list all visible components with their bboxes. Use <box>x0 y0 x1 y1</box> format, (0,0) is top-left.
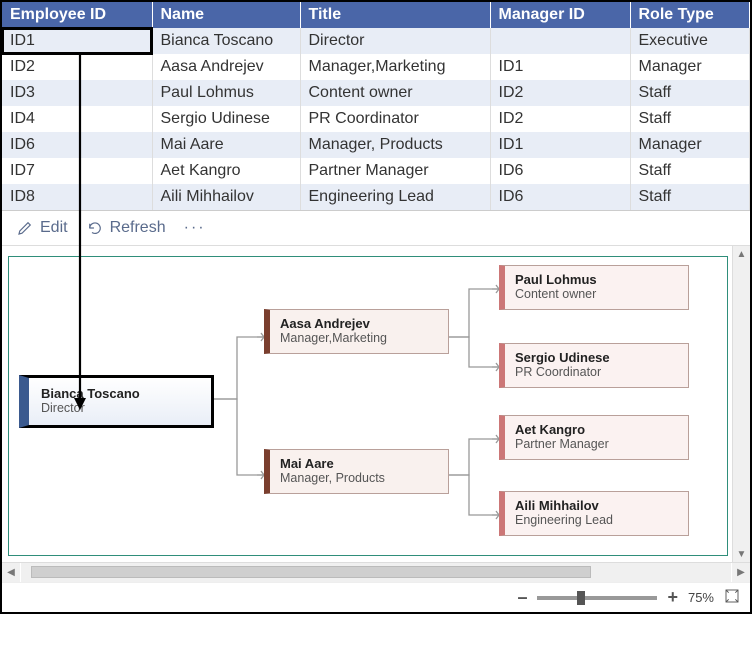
org-canvas[interactable]: Bianca Toscano Director Aasa Andrejev Ma… <box>2 246 732 562</box>
col-name[interactable]: Name <box>152 2 300 28</box>
col-manager-id[interactable]: Manager ID <box>490 2 630 28</box>
table-row[interactable]: ID7Aet KangroPartner ManagerID6Staff <box>2 158 750 184</box>
table-cell[interactable]: Bianca Toscano <box>152 28 300 54</box>
edit-button[interactable]: Edit <box>16 219 68 237</box>
table-cell[interactable]: Staff <box>630 80 750 106</box>
fit-icon <box>724 588 740 604</box>
table-cell[interactable]: Manager, Products <box>300 132 490 158</box>
org-node-staff-2[interactable]: Sergio Udinese PR Coordinator <box>499 343 689 388</box>
table-cell[interactable]: ID8 <box>2 184 152 210</box>
table-row[interactable]: ID4Sergio UdinesePR CoordinatorID2Staff <box>2 106 750 132</box>
table-cell[interactable]: Manager <box>630 132 750 158</box>
org-canvas-inner: Bianca Toscano Director Aasa Andrejev Ma… <box>8 256 728 556</box>
table-region: Employee ID Name Title Manager ID Role T… <box>2 2 750 210</box>
vertical-scrollbar[interactable]: ▲ ▼ <box>732 246 750 562</box>
org-node-staff-3[interactable]: Aet Kangro Partner Manager <box>499 415 689 460</box>
table-cell[interactable]: ID1 <box>490 132 630 158</box>
table-cell[interactable]: ID2 <box>490 80 630 106</box>
table-row[interactable]: ID1Bianca ToscanoDirector Executive <box>2 28 750 54</box>
col-employee-id[interactable]: Employee ID <box>2 2 152 28</box>
node-name: Aasa Andrejev <box>280 316 438 331</box>
table-cell[interactable]: Manager <box>630 54 750 80</box>
node-name: Bianca Toscano <box>41 386 199 401</box>
table-cell[interactable]: ID2 <box>2 54 152 80</box>
table-cell[interactable]: Executive <box>630 28 750 54</box>
table-cell[interactable]: Aili Mihhailov <box>152 184 300 210</box>
table-header-row: Employee ID Name Title Manager ID Role T… <box>2 2 750 28</box>
table-cell[interactable]: Content owner <box>300 80 490 106</box>
table-cell[interactable]: Director <box>300 28 490 54</box>
col-role-type[interactable]: Role Type <box>630 2 750 28</box>
org-node-staff-4[interactable]: Aili Mihhailov Engineering Lead <box>499 491 689 536</box>
table-cell[interactable]: ID4 <box>2 106 152 132</box>
scroll-up-icon[interactable]: ▲ <box>733 246 750 262</box>
more-button[interactable]: ··· <box>184 219 206 237</box>
org-node-root[interactable]: Bianca Toscano Director <box>19 375 214 428</box>
node-title: Partner Manager <box>515 437 678 451</box>
table-cell[interactable]: ID7 <box>2 158 152 184</box>
table-cell[interactable]: Staff <box>630 158 750 184</box>
node-title: Manager,Marketing <box>280 331 438 345</box>
scroll-left-icon[interactable]: ◀ <box>2 563 20 582</box>
refresh-label: Refresh <box>110 219 166 237</box>
node-name: Paul Lohmus <box>515 272 678 287</box>
node-name: Sergio Udinese <box>515 350 678 365</box>
table-cell[interactable]: Aet Kangro <box>152 158 300 184</box>
node-title: Engineering Lead <box>515 513 678 527</box>
node-title: PR Coordinator <box>515 365 678 379</box>
scroll-thumb[interactable] <box>31 566 591 578</box>
table-row[interactable]: ID3Paul LohmusContent ownerID2Staff <box>2 80 750 106</box>
node-name: Aili Mihhailov <box>515 498 678 513</box>
zoom-bar: – + 75% <box>2 582 750 612</box>
zoom-slider[interactable] <box>537 596 657 600</box>
scroll-down-icon[interactable]: ▼ <box>733 546 750 562</box>
table-cell[interactable]: Staff <box>630 106 750 132</box>
table-cell[interactable]: Partner Manager <box>300 158 490 184</box>
pencil-icon <box>16 219 34 237</box>
table-cell[interactable]: ID6 <box>2 132 152 158</box>
edit-label: Edit <box>40 219 68 237</box>
table-cell[interactable]: Mai Aare <box>152 132 300 158</box>
table-cell[interactable]: Staff <box>630 184 750 210</box>
node-title: Manager, Products <box>280 471 438 485</box>
node-title: Content owner <box>515 287 678 301</box>
table-cell[interactable]: ID1 <box>2 28 152 54</box>
table-cell[interactable]: Engineering Lead <box>300 184 490 210</box>
org-node-manager-2[interactable]: Mai Aare Manager, Products <box>264 449 449 494</box>
horizontal-scrollbar[interactable]: ◀ ▶ <box>2 562 750 582</box>
table-cell[interactable]: ID1 <box>490 54 630 80</box>
table-row[interactable]: ID2Aasa AndrejevManager,MarketingID1Mana… <box>2 54 750 80</box>
node-title: Director <box>41 401 199 415</box>
table-cell[interactable]: ID6 <box>490 158 630 184</box>
table-cell[interactable]: Paul Lohmus <box>152 80 300 106</box>
scroll-right-icon[interactable]: ▶ <box>732 563 750 582</box>
employee-table: Employee ID Name Title Manager ID Role T… <box>2 2 750 210</box>
table-cell[interactable]: Manager,Marketing <box>300 54 490 80</box>
zoom-slider-knob[interactable] <box>577 591 585 605</box>
table-cell[interactable]: ID3 <box>2 80 152 106</box>
org-node-staff-1[interactable]: Paul Lohmus Content owner <box>499 265 689 310</box>
table-row[interactable]: ID6Mai AareManager, ProductsID1Manager <box>2 132 750 158</box>
table-cell[interactable]: ID2 <box>490 106 630 132</box>
zoom-out-button[interactable]: – <box>517 587 527 608</box>
table-cell[interactable]: ID6 <box>490 184 630 210</box>
scroll-track[interactable] <box>21 563 731 582</box>
refresh-button[interactable]: Refresh <box>86 219 166 237</box>
refresh-icon <box>86 219 104 237</box>
table-cell[interactable]: Sergio Udinese <box>152 106 300 132</box>
table-cell[interactable] <box>490 28 630 54</box>
toolbar: Edit Refresh ··· <box>2 210 750 245</box>
zoom-value: 75% <box>688 590 714 605</box>
zoom-in-button[interactable]: + <box>667 587 678 608</box>
col-title[interactable]: Title <box>300 2 490 28</box>
org-node-manager-1[interactable]: Aasa Andrejev Manager,Marketing <box>264 309 449 354</box>
node-name: Aet Kangro <box>515 422 678 437</box>
canvas-wrap: Bianca Toscano Director Aasa Andrejev Ma… <box>2 245 750 562</box>
table-cell[interactable]: PR Coordinator <box>300 106 490 132</box>
table-cell[interactable]: Aasa Andrejev <box>152 54 300 80</box>
app-frame: Employee ID Name Title Manager ID Role T… <box>0 0 752 614</box>
node-name: Mai Aare <box>280 456 438 471</box>
table-row[interactable]: ID8Aili MihhailovEngineering LeadID6Staf… <box>2 184 750 210</box>
fit-to-window-button[interactable] <box>724 588 740 607</box>
